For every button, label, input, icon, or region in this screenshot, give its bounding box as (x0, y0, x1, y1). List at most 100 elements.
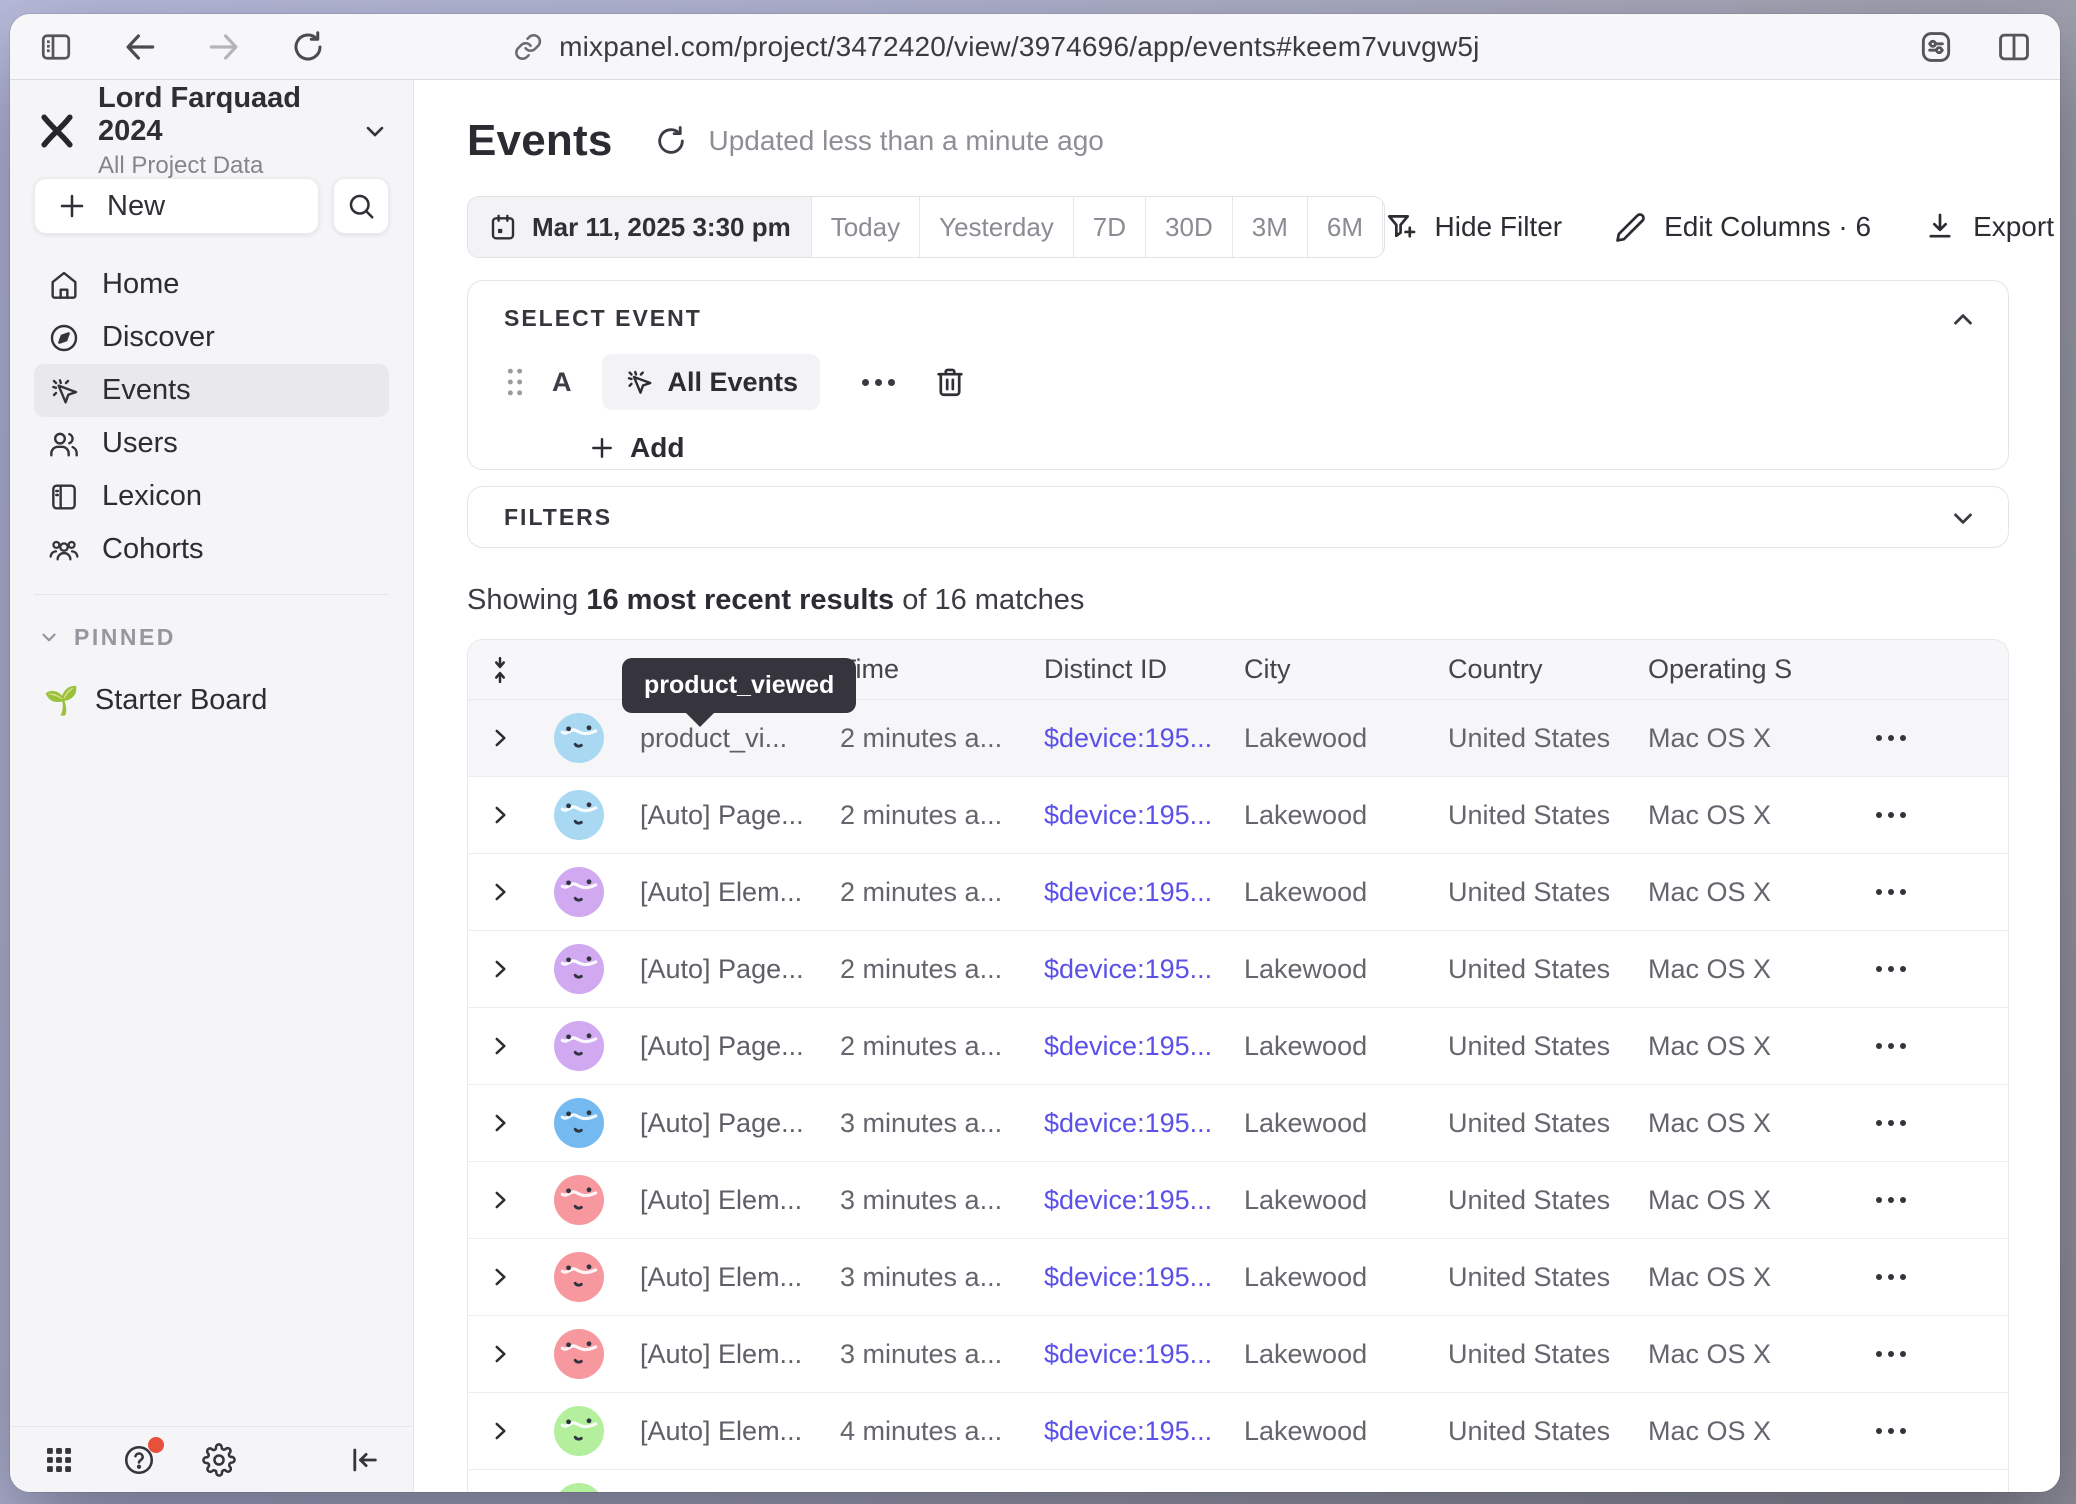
reload-icon[interactable] (286, 25, 330, 69)
table-row[interactable]: [Auto] Elem... 2 minutes a... $device:19… (468, 854, 2008, 931)
sidebar-item-home[interactable]: Home (34, 258, 389, 311)
add-event-button[interactable]: Add (504, 432, 684, 464)
distinct-id-link[interactable]: $device:195... (1044, 1031, 1244, 1062)
row-actions-icon[interactable] (1864, 1120, 2009, 1126)
split-view-icon[interactable] (1992, 25, 2036, 69)
pinned-section-toggle[interactable]: PINNED (34, 619, 389, 655)
address-bar[interactable]: mixpanel.com/project/3472420/view/397469… (513, 14, 1479, 79)
row-actions-icon[interactable] (1864, 1428, 2009, 1434)
distinct-id-link[interactable]: $device:195... (1044, 800, 1244, 831)
expand-row-icon[interactable] (468, 725, 532, 751)
date-preset-button[interactable]: 7D (1073, 197, 1145, 257)
event-selector-chip[interactable]: All Events (602, 354, 821, 410)
table-row[interactable]: [Auto] Page... 2 minutes a... $device:19… (468, 1008, 2008, 1085)
column-header-time[interactable]: Time (840, 654, 1044, 685)
event-name-cell[interactable]: [Auto] Page... (616, 800, 840, 831)
column-header-city[interactable]: City (1244, 654, 1448, 685)
collapse-sidebar-icon[interactable] (345, 1441, 383, 1479)
project-switcher[interactable]: Lord Farquaad 2024 All Project Data (34, 96, 389, 166)
event-name-cell[interactable]: [Auto] Elem... (616, 877, 840, 908)
table-row[interactable]: [Auto] Page... 2 minutes a... $device:19… (468, 931, 2008, 1008)
distinct-id-link[interactable]: $device:195... (1044, 1262, 1244, 1293)
expand-row-icon[interactable] (468, 802, 532, 828)
row-actions-icon[interactable] (1864, 1274, 2009, 1280)
mixpanel-logo-icon (34, 108, 80, 154)
table-row[interactable]: [Auto] Page... 2 minutes a... $device:19… (468, 777, 2008, 854)
expand-row-icon[interactable] (468, 1341, 532, 1367)
collapse-panel-icon[interactable] (1948, 305, 1978, 335)
date-picker-button[interactable]: Mar 11, 2025 3:30 pm (468, 197, 811, 257)
row-actions-icon[interactable] (1864, 889, 2009, 895)
row-actions-icon[interactable] (1864, 812, 2009, 818)
distinct-id-link[interactable]: $device:195... (1044, 723, 1244, 754)
event-name-cell[interactable]: [Auto] Page... (616, 1108, 840, 1139)
distinct-id-link[interactable]: $device:195... (1044, 954, 1244, 985)
event-name-cell[interactable]: [Auto] Elem... (616, 1339, 840, 1370)
hide-filter-button[interactable]: Hide Filter (1385, 210, 1563, 244)
table-row[interactable]: [Auto] Elem... 3 minutes a... $device:19… (468, 1239, 2008, 1316)
filters-panel: FILTERS (467, 486, 2009, 548)
event-name-cell[interactable]: [Auto] Elem... (616, 1185, 840, 1216)
trash-icon[interactable] (933, 365, 967, 399)
expand-row-icon[interactable] (468, 956, 532, 982)
expand-row-icon[interactable] (468, 1187, 532, 1213)
event-name-cell[interactable]: [Auto] Page... (616, 1031, 840, 1062)
edit-columns-button[interactable]: Edit Columns · 6 (1614, 210, 1871, 244)
new-button[interactable]: New (34, 178, 319, 234)
date-preset-button[interactable]: Today (811, 197, 919, 257)
distinct-id-link[interactable]: $device:195... (1044, 1185, 1244, 1216)
date-preset-button[interactable]: Yesterday (919, 197, 1073, 257)
expand-panel-icon[interactable] (1948, 503, 1978, 533)
column-header-os[interactable]: Operating S (1648, 654, 1864, 685)
help-icon[interactable] (120, 1441, 158, 1479)
expand-row-icon[interactable] (468, 1033, 532, 1059)
page-settings-icon[interactable] (1914, 25, 1958, 69)
column-header-distinct-id[interactable]: Distinct ID (1044, 654, 1244, 685)
column-header-country[interactable]: Country (1448, 654, 1648, 685)
row-actions-icon[interactable] (1864, 1043, 2009, 1049)
city-cell: Lakewood (1244, 1108, 1448, 1139)
apps-grid-icon[interactable] (40, 1441, 78, 1479)
event-name-cell[interactable]: [Auto] Elem... (616, 1262, 840, 1293)
event-name-cell[interactable]: [Auto] Page... (616, 954, 840, 985)
event-name-cell[interactable]: [Auto] Elem... (616, 1416, 840, 1447)
distinct-id-link[interactable]: $device:195... (1044, 877, 1244, 908)
sidebar-item-starter-board[interactable]: 🌱 Starter Board (34, 673, 389, 727)
expand-row-icon[interactable] (468, 879, 532, 905)
date-preset-button[interactable]: 3M (1232, 197, 1307, 257)
settings-gear-icon[interactable] (200, 1441, 238, 1479)
back-icon[interactable] (118, 25, 162, 69)
row-actions-icon[interactable] (1864, 1197, 2009, 1203)
forward-icon[interactable] (202, 25, 246, 69)
sidebar-item-users[interactable]: Users (34, 417, 389, 470)
event-options-icon[interactable] (854, 371, 903, 394)
sidebar-item-discover[interactable]: Discover (34, 311, 389, 364)
row-actions-icon[interactable] (1864, 735, 2009, 741)
table-row[interactable] (468, 1470, 2008, 1492)
table-row[interactable]: [Auto] Elem... 3 minutes a... $device:19… (468, 1316, 2008, 1393)
distinct-id-link[interactable]: $device:195... (1044, 1339, 1244, 1370)
row-actions-icon[interactable] (1864, 1351, 2009, 1357)
table-row[interactable]: [Auto] Page... 3 minutes a... $device:19… (468, 1085, 2008, 1162)
search-button[interactable] (333, 178, 389, 234)
expand-row-icon[interactable] (468, 1264, 532, 1290)
distinct-id-link[interactable]: $device:195... (1044, 1108, 1244, 1139)
table-row[interactable]: [Auto] Elem... 4 minutes a... $device:19… (468, 1393, 2008, 1470)
sidebar-item-lexicon[interactable]: Lexicon (34, 470, 389, 523)
drag-handle-icon[interactable] (504, 365, 526, 399)
export-button[interactable]: Export (1923, 210, 2054, 244)
row-actions-icon[interactable] (1864, 966, 2009, 972)
expand-row-icon[interactable] (468, 1110, 532, 1136)
distinct-id-link[interactable]: $device:195... (1044, 1416, 1244, 1447)
refresh-icon[interactable] (651, 121, 691, 161)
browser-toolbar: mixpanel.com/project/3472420/view/397469… (10, 14, 2060, 80)
date-preset-button[interactable]: 6M (1307, 197, 1382, 257)
date-preset-button[interactable]: 30D (1145, 197, 1232, 257)
sidebar-item-events[interactable]: Events (34, 364, 389, 417)
sidebar-item-cohorts[interactable]: Cohorts (34, 523, 389, 576)
expand-row-icon[interactable] (468, 1418, 532, 1444)
event-name-cell[interactable]: product_vi... (616, 723, 840, 754)
collapse-all-icon[interactable] (468, 655, 532, 685)
table-row[interactable]: [Auto] Elem... 3 minutes a... $device:19… (468, 1162, 2008, 1239)
sidebar-toggle-icon[interactable] (34, 25, 78, 69)
